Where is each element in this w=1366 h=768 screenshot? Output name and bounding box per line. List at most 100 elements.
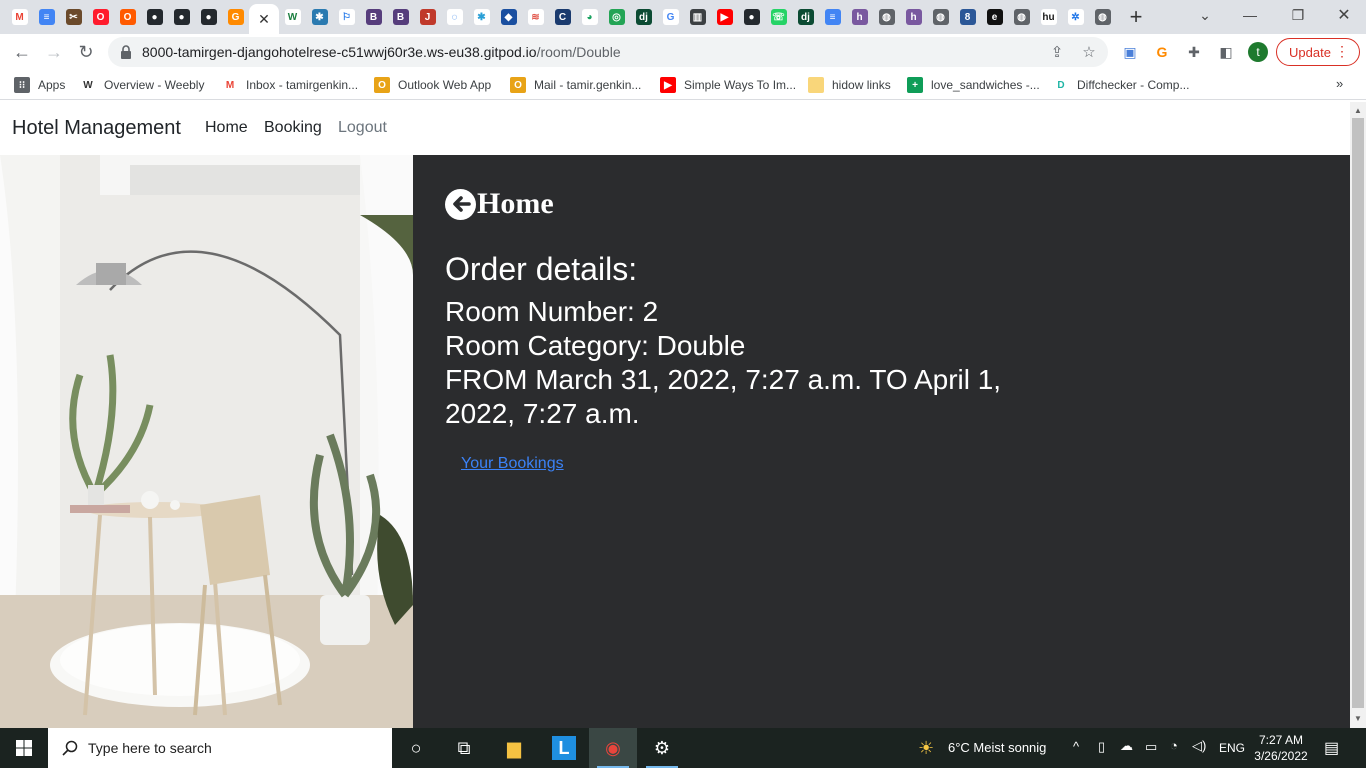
nav-home-link[interactable]: Home — [205, 119, 248, 137]
scroll-thumb[interactable] — [1352, 118, 1364, 708]
side-panel-icon[interactable]: ◧ — [1216, 42, 1236, 62]
browser-tab[interactable]: ⚐ — [333, 4, 360, 30]
browser-tab[interactable]: ◍ — [1008, 4, 1035, 30]
active-tab[interactable]: ✕ — [249, 4, 279, 34]
browser-tab[interactable]: dj — [792, 4, 819, 30]
browser-tab[interactable]: ☏ — [765, 4, 792, 30]
wifi-icon[interactable]: ◔ — [1170, 738, 1178, 753]
battery-icon[interactable]: ▭ — [1145, 739, 1157, 755]
bookmark-item[interactable]: ▶ Simple Ways To Im... — [660, 76, 796, 94]
browser-tab[interactable]: G — [222, 4, 249, 30]
browser-tab[interactable]: ✱ — [306, 4, 333, 30]
browser-tab[interactable]: B — [387, 4, 414, 30]
browser-tab[interactable]: ≡ — [819, 4, 846, 30]
meet-now-icon[interactable]: ▯ — [1098, 739, 1105, 755]
page-scrollbar[interactable]: ▲ ▼ — [1350, 102, 1366, 728]
bookmark-item[interactable]: hidow links — [808, 76, 891, 94]
hu-icon: hu — [1040, 9, 1057, 25]
cortana-icon[interactable]: ○ — [392, 728, 440, 768]
chrome-taskbar-icon[interactable]: ◉ — [589, 728, 637, 768]
language-indicator[interactable]: ENG — [1219, 741, 1245, 755]
settings-icon[interactable]: ⚙ — [638, 728, 686, 768]
browser-tab[interactable]: h — [846, 4, 873, 30]
windows-start-button[interactable] — [0, 728, 48, 768]
scroll-down-icon[interactable]: ▼ — [1354, 714, 1362, 723]
extensions-puzzle-icon[interactable]: ✚ — [1184, 42, 1204, 62]
browser-tab[interactable]: dj — [630, 4, 657, 30]
browser-tab[interactable]: ◌ — [441, 4, 468, 30]
bookmark-item[interactable]: O Mail - tamir.genkin... — [510, 76, 641, 94]
browser-tab[interactable]: 8 — [954, 4, 981, 30]
browser-tab[interactable]: hu — [1035, 4, 1062, 30]
browser-tab[interactable]: ● — [195, 4, 222, 30]
browser-tab[interactable]: ● — [168, 4, 195, 30]
browser-tab[interactable]: G — [657, 4, 684, 30]
your-bookings-link[interactable]: Your Bookings — [461, 455, 564, 473]
gitpod-extension-icon[interactable]: G — [1152, 42, 1172, 62]
volume-icon[interactable]: ◁) — [1192, 738, 1206, 754]
restore-icon[interactable]: ❐ — [1280, 0, 1316, 30]
forward-icon[interactable]: → — [42, 40, 66, 64]
new-tab-icon[interactable]: + — [1122, 4, 1150, 30]
bookmark-item[interactable]: + love_sandwiches -... — [907, 76, 1040, 94]
browser-tab[interactable]: B — [360, 4, 387, 30]
system-clock[interactable]: 7:27 AM 3/26/2022 — [1254, 732, 1308, 764]
flag-icon: ⚐ — [338, 9, 355, 25]
browser-tab[interactable]: ◎ — [603, 4, 630, 30]
browser-tab[interactable]: ◆ — [495, 4, 522, 30]
minimize-icon[interactable]: — — [1232, 0, 1268, 30]
l-app-icon[interactable]: L — [540, 728, 588, 768]
taskbar-search-box[interactable]: Type here to search — [48, 728, 392, 768]
update-button[interactable]: Update ⋮ — [1276, 38, 1360, 66]
browser-tab[interactable]: ◍ — [927, 4, 954, 30]
bookmark-item[interactable]: O Outlook Web App — [374, 76, 491, 94]
browser-tab[interactable]: C — [549, 4, 576, 30]
translate-extension-icon[interactable]: ▣ — [1120, 42, 1140, 62]
browser-tab[interactable]: ◍ — [1089, 4, 1116, 30]
more-menu-icon[interactable]: ⋮ — [1335, 43, 1349, 60]
close-window-icon[interactable]: ✕ — [1326, 0, 1362, 30]
notifications-icon[interactable]: ▤ — [1324, 738, 1339, 758]
back-home-link[interactable]: Home — [445, 187, 554, 221]
browser-tab[interactable]: ▥ — [684, 4, 711, 30]
browser-tab[interactable]: ✱ — [468, 4, 495, 30]
bookmark-item[interactable]: ⁝⁝ Apps — [14, 76, 65, 94]
browser-tab[interactable]: ● — [738, 4, 765, 30]
bookmark-item[interactable]: D Diffchecker - Comp... — [1053, 76, 1189, 94]
scroll-up-icon[interactable]: ▲ — [1354, 106, 1362, 115]
weather-text[interactable]: 6°C Meist sonnig — [948, 740, 1046, 755]
browser-tab[interactable]: ◕ — [576, 4, 603, 30]
show-hidden-icons-icon[interactable]: ^ — [1073, 739, 1079, 754]
browser-tab[interactable]: ▶ — [711, 4, 738, 30]
browser-tab[interactable]: ✲ — [1062, 4, 1089, 30]
bookmark-item[interactable]: M Inbox - tamirgenkin... — [222, 76, 358, 94]
onedrive-icon[interactable]: ☁ — [1120, 738, 1133, 754]
browser-tab[interactable]: W — [279, 4, 306, 30]
browser-tab[interactable]: ◍ — [873, 4, 900, 30]
browser-tab[interactable]: O — [87, 4, 114, 30]
task-view-icon[interactable]: ⧉ — [440, 728, 488, 768]
tab-search-icon[interactable]: ⌄ — [1190, 0, 1220, 30]
more-bookmarks-icon[interactable]: » — [1336, 76, 1343, 91]
back-icon[interactable]: ← — [10, 40, 34, 64]
close-tab-icon[interactable]: ✕ — [258, 11, 270, 28]
reload-icon[interactable]: ↻ — [74, 40, 98, 64]
profile-avatar[interactable]: t — [1248, 42, 1268, 62]
nav-logout-link[interactable]: Logout — [338, 119, 387, 137]
browser-tab[interactable]: e — [981, 4, 1008, 30]
browser-tab[interactable]: ≡ — [33, 4, 60, 30]
browser-tab[interactable]: h — [900, 4, 927, 30]
bookmark-item[interactable]: W Overview - Weebly — [80, 76, 204, 94]
star-icon[interactable]: ☆ — [1080, 43, 1098, 61]
share-icon[interactable]: ⇪ — [1048, 43, 1066, 61]
site-brand[interactable]: Hotel Management — [12, 117, 181, 140]
browser-tab[interactable]: M — [6, 4, 33, 30]
browser-tab[interactable]: ≋ — [522, 4, 549, 30]
nav-booking-link[interactable]: Booking — [264, 119, 322, 137]
file-explorer-icon[interactable]: ▆ — [490, 728, 538, 768]
browser-tab[interactable]: ● — [141, 4, 168, 30]
address-bar[interactable]: 8000-tamirgen-djangohotelrese-c51wwj60r3… — [108, 37, 1108, 67]
browser-tab[interactable]: ✂ — [60, 4, 87, 30]
browser-tab[interactable]: O — [114, 4, 141, 30]
browser-tab[interactable]: J — [414, 4, 441, 30]
